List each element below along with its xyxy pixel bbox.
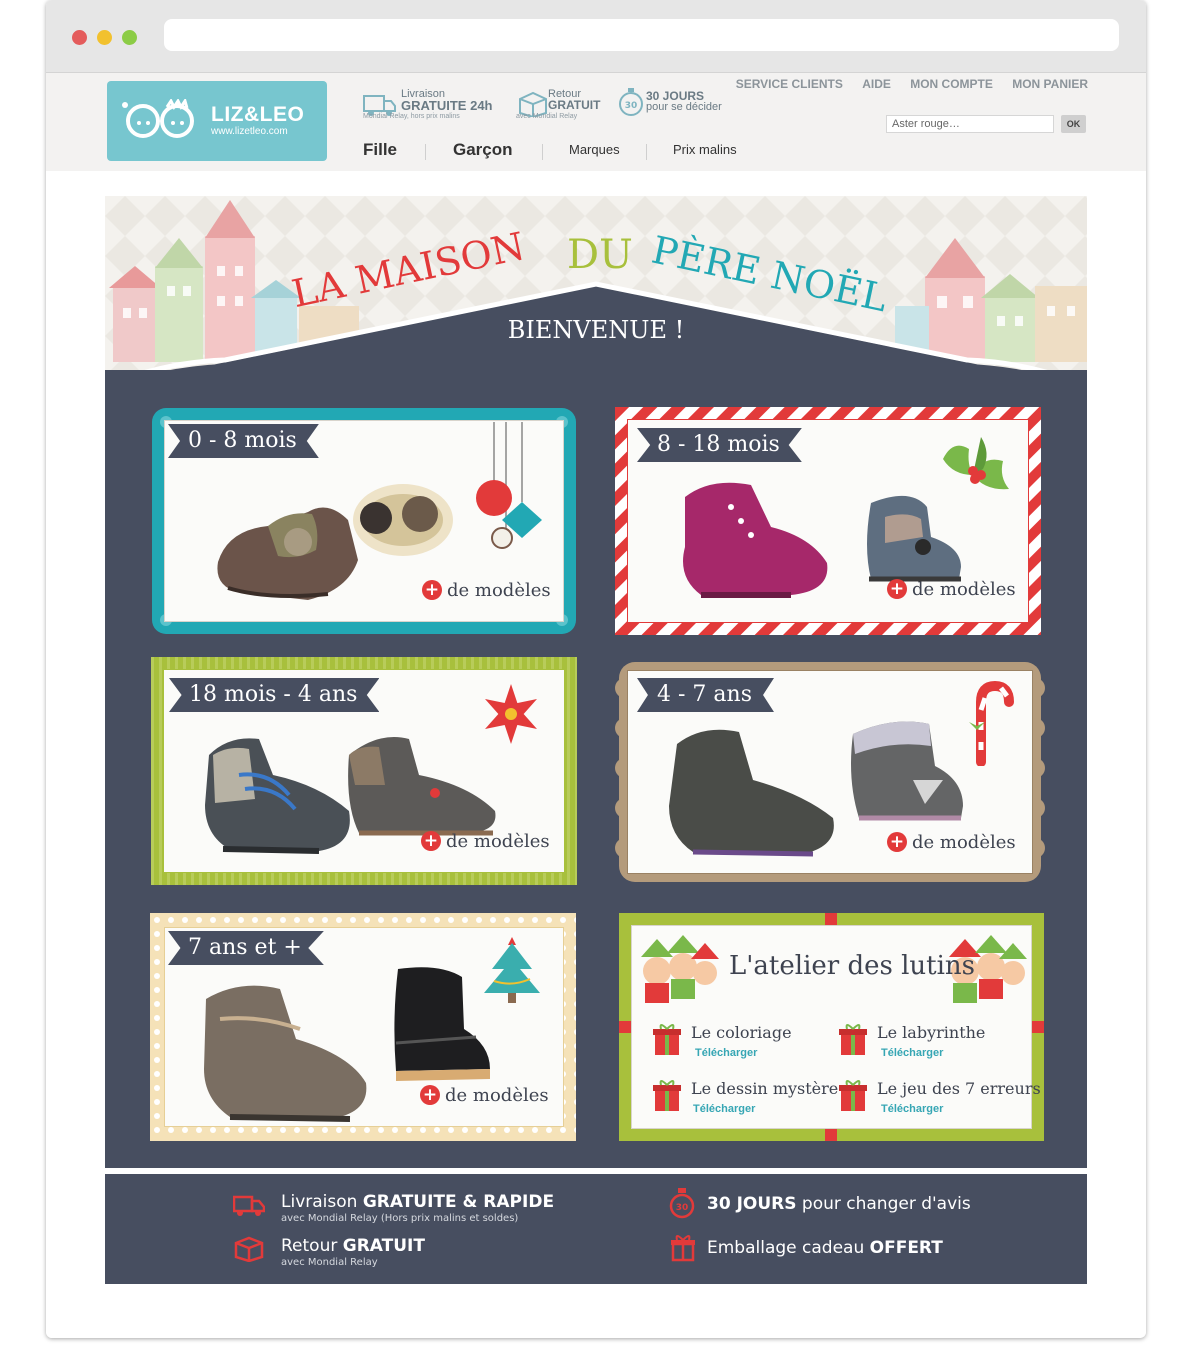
page-content: LA MAISON DU PÈRE NOËL BIENVENUE ! 0 - 8… (46, 172, 1146, 1338)
download-link[interactable]: Télécharger (695, 1047, 757, 1059)
stopwatch-icon: 30 (619, 88, 643, 116)
svg-text:30: 30 (676, 1203, 689, 1213)
activity-dessin-mystere[interactable]: Le dessin mystère Télécharger (653, 1079, 838, 1118)
category-card-7-ans-et-plus[interactable]: 7 ans et + + de modèles (150, 913, 576, 1141)
footer-free-delivery-sub: avec Mondial Relay (Hors prix malins et … (281, 1213, 519, 1224)
more-models-link[interactable]: + de modèles (887, 579, 1016, 600)
nav-prix-malins[interactable]: Prix malins (673, 142, 737, 157)
site-header: LIZ&LEO www.lizetleo.com Livraison GRATU… (46, 73, 1146, 171)
activity-title: Le coloriage (691, 1023, 792, 1042)
site-logo[interactable]: LIZ&LEO www.lizetleo.com (107, 81, 327, 161)
activity-jeu-7-erreurs[interactable]: Le jeu des 7 erreurs Télécharger (839, 1079, 1041, 1118)
gift-icon (839, 1080, 867, 1111)
nav-marques[interactable]: Marques (569, 142, 620, 157)
more-models-link[interactable]: + de modèles (422, 580, 551, 601)
top-links: SERVICE CLIENTS AIDE MON COMPTE MON PANI… (720, 77, 1088, 91)
christmas-tree-icon (484, 937, 540, 1003)
footer-free-delivery: Livraison GRATUITE & RAPIDE avec Mondial… (281, 1192, 555, 1224)
category-card-0-8-mois[interactable]: 0 - 8 mois + de modèles (152, 408, 576, 634)
category-card-18-mois-4-ans[interactable]: 18 mois - 4 ans + de modèles (151, 657, 577, 885)
footer-free-return-sub: avec Mondial Relay (281, 1257, 378, 1268)
search-ok-button[interactable]: OK (1061, 115, 1086, 133)
activity-labyrinthe[interactable]: Le labyrinthe Télécharger (839, 1023, 985, 1062)
address-bar[interactable] (164, 19, 1119, 51)
perk-delivery-line2: GRATUITE 24h (401, 98, 493, 113)
banner-title-part2: DU (567, 232, 633, 278)
nav-separator (425, 144, 426, 160)
nav-separator (646, 144, 647, 160)
perk-30-line2: pour se décider (646, 101, 722, 113)
more-models-label: de modèles (446, 831, 550, 852)
category-card-8-18-mois[interactable]: 8 - 18 mois + de modèles (615, 407, 1041, 635)
close-window-button[interactable] (72, 30, 87, 45)
category-card-4-7-ans[interactable]: 4 - 7 ans + de modèles (615, 658, 1045, 886)
gift-icon (653, 1024, 681, 1055)
perk-return-line2: GRATUIT (548, 98, 601, 112)
download-link[interactable]: Télécharger (881, 1047, 943, 1059)
more-models-label: de modèles (445, 1085, 549, 1106)
browser-chrome (46, 0, 1146, 73)
atelier-title: L'atelier des lutins (729, 951, 976, 981)
browser-window: LIZ&LEO www.lizetleo.com Livraison GRATU… (46, 0, 1146, 1338)
aide-link[interactable]: AIDE (862, 77, 891, 91)
poinsettia-icon (485, 684, 537, 744)
plus-icon: + (421, 831, 441, 851)
svg-text:30: 30 (625, 101, 638, 111)
more-models-label: de modèles (912, 832, 1016, 853)
download-link[interactable]: Télécharger (881, 1103, 943, 1115)
footer-gift-wrap: Emballage cadeau OFFERT (707, 1238, 943, 1258)
return-box-icon (234, 1236, 264, 1262)
more-models-link[interactable]: + de modèles (887, 832, 1016, 853)
logo-brand: LIZ&LEO (211, 103, 305, 126)
activity-title: Le labyrinthe (877, 1023, 986, 1042)
baby-slippers-image (217, 484, 453, 600)
perk-delivery-sub: Mondial Relay, hors prix malins (363, 113, 460, 120)
mon-compte-link[interactable]: MON COMPTE (910, 77, 993, 91)
plus-icon: + (422, 580, 442, 600)
footer-free-return: Retour GRATUIT avec Mondial Relay (281, 1236, 425, 1268)
nav-separator (542, 144, 543, 160)
activity-title: Le dessin mystère (691, 1079, 839, 1098)
download-link[interactable]: Télécharger (693, 1103, 755, 1115)
delivery-truck-icon (233, 1195, 265, 1216)
activity-coloriage[interactable]: Le coloriage Télécharger (653, 1023, 792, 1062)
more-models-label: de modèles (447, 580, 551, 601)
category-label: 18 mois - 4 ans (169, 678, 380, 712)
gift-icon (653, 1080, 681, 1111)
atelier-des-lutins-card: L'atelier des lutins Le coloriage Téléch… (619, 913, 1044, 1141)
elves-left-icon (641, 935, 719, 1003)
category-label: 0 - 8 mois (168, 424, 319, 458)
maximize-window-button[interactable] (122, 30, 137, 45)
search-input[interactable]: Aster rouge… (886, 115, 1054, 133)
plus-icon: + (887, 832, 907, 852)
gift-icon (671, 1235, 695, 1262)
footer-30-days: 30 JOURS pour changer d'avis (707, 1194, 971, 1214)
ornaments-icon (476, 422, 542, 549)
nav-fille[interactable]: Fille (363, 140, 397, 160)
village-illustration (105, 196, 1087, 372)
minimize-window-button[interactable] (97, 30, 112, 45)
more-models-link[interactable]: + de modèles (420, 1085, 549, 1106)
category-label: 8 - 18 mois (637, 428, 802, 462)
more-models-link[interactable]: + de modèles (421, 831, 550, 852)
mon-panier-link[interactable]: MON PANIER (1012, 77, 1088, 91)
logo-url: www.lizetleo.com (211, 126, 288, 137)
more-models-label: de modèles (912, 579, 1016, 600)
category-label: 4 - 7 ans (637, 678, 774, 712)
perk-return-sub: avec Mondial Relay (516, 113, 578, 120)
banner-subtitle: BIENVENUE ! (507, 316, 685, 344)
holly-icon (943, 437, 1009, 490)
stopwatch-icon: 30 (669, 1188, 695, 1219)
plus-icon: + (420, 1085, 440, 1105)
plus-icon: + (887, 579, 907, 599)
gift-icon (839, 1024, 867, 1055)
activity-title: Le jeu des 7 erreurs (877, 1079, 1041, 1098)
service-clients-link[interactable]: SERVICE CLIENTS (736, 77, 843, 91)
nav-garcon[interactable]: Garçon (453, 140, 513, 160)
reassurance-bar: Livraison GRATUITE & RAPIDE avec Mondial… (105, 1174, 1087, 1284)
candy-cane-icon (969, 680, 1014, 766)
logo-faces-icon (122, 99, 194, 138)
christmas-banner: LA MAISON DU PÈRE NOËL BIENVENUE ! (105, 196, 1087, 372)
